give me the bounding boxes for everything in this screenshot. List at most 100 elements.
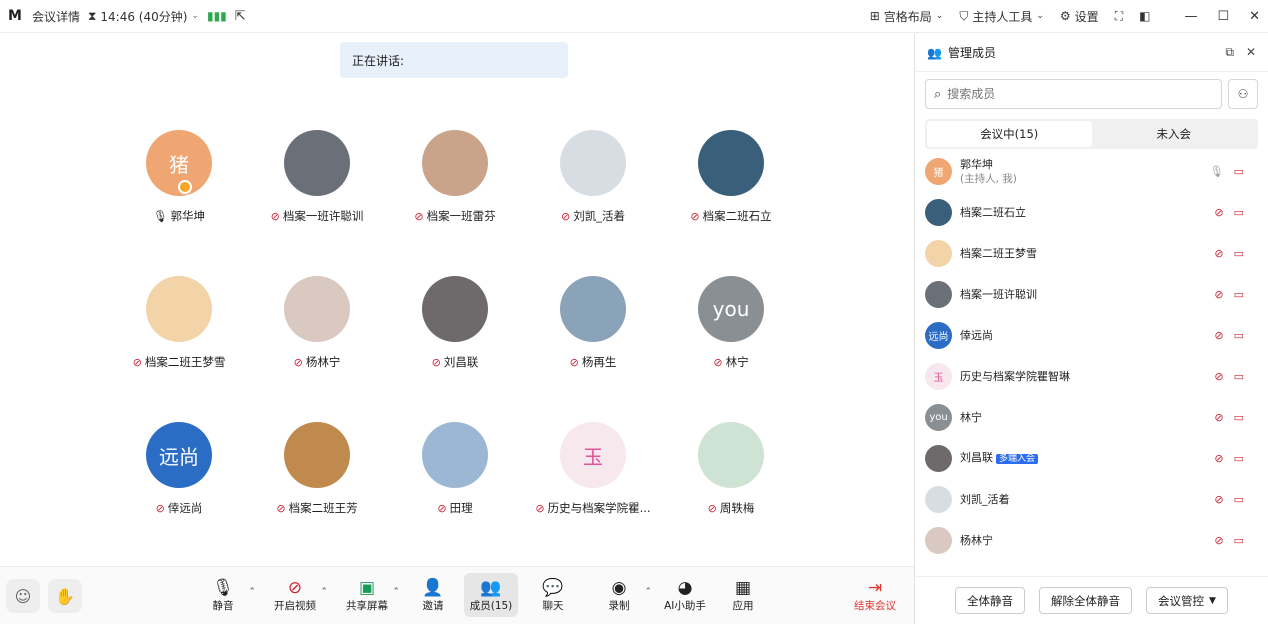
popout-icon[interactable]: ⧉ [1225, 45, 1234, 60]
unmute-all-button[interactable]: 解除全体静音 [1039, 587, 1132, 614]
meeting-control-button[interactable]: 会议管控 ▼ [1146, 587, 1228, 614]
member-row[interactable]: 档案二班王梦雪 ⊘ ▭ [925, 233, 1258, 274]
search-box[interactable]: ⌕ [925, 79, 1223, 109]
video-button[interactable]: ⊘ 开启视频 ⌃ [268, 573, 328, 617]
member-row[interactable]: 刘凯_活着 ⊘ ▭ [925, 479, 1258, 520]
settings-button[interactable]: ⚙ 设置 [1060, 8, 1099, 25]
chat-button[interactable]: 💬 聊天 [526, 573, 580, 617]
member-status-icons: ⊘ ▭ [1214, 534, 1258, 547]
camera-off-icon[interactable]: ▭ [1234, 288, 1244, 301]
microphone-muted-icon[interactable]: ⊘ [1214, 288, 1223, 301]
member-row[interactable]: 档案二班石立 ⊘ ▭ [925, 192, 1258, 233]
avatar-text: 远尚 [928, 332, 949, 343]
participant-tile[interactable]: ⊘ 田理 [386, 422, 524, 516]
end-meeting-button[interactable]: ⇥ 结束会议 [848, 573, 902, 617]
microphone-muted-icon[interactable]: ⊘ [1214, 370, 1223, 383]
participant-name: 郭华坤 [170, 209, 206, 223]
camera-off-icon[interactable]: ▭ [1234, 411, 1244, 424]
participant-tile[interactable]: ⊘ 档案二班王芳 [248, 422, 386, 516]
mute-all-button[interactable]: 全体静音 [955, 587, 1025, 614]
member-row[interactable]: 远尚 倖远尚 ⊘ ▭ [925, 315, 1258, 356]
participant-tile[interactable]: ⊘ 刘凯_活着 [524, 130, 662, 224]
tab-not-joined[interactable]: 未入会 [1092, 121, 1257, 147]
add-member-button[interactable]: ⚇ [1228, 79, 1258, 109]
share-screen-button[interactable]: ▣ 共享屏幕 ⌃ [340, 573, 400, 617]
participant-tile[interactable]: ⊘ 杨再生 [524, 276, 662, 370]
participant-tile[interactable]: ⊘ 档案二班王梦雪 [110, 276, 248, 370]
microphone-muted-icon: ⊘ [414, 209, 424, 223]
members-button[interactable]: 👥 成员(15) [464, 573, 518, 617]
settings-label: 设置 [1074, 9, 1099, 24]
participant-tile[interactable]: ⊘ 档案一班许聪训 [248, 130, 386, 224]
member-name-line: 林宁 [960, 410, 982, 425]
video-grid-area: 正在讲话: 猪 🎙 郭华坤 ⊘ 档案一班许聪训 ⊘ 档案一班雷芬 ⊘ 刘凯_活着 ⊘ 档案二班石立 ⊘… [0, 34, 914, 566]
participant-tile[interactable]: ⊘ 杨林宁 [248, 276, 386, 370]
participant-tile[interactable]: 玉 ⊘ 历史与档案学院瞿... [524, 422, 662, 516]
sidebar-toggle-icon[interactable]: ◧ [1139, 9, 1150, 23]
microphone-muted-icon[interactable]: ⊘ [1214, 452, 1223, 465]
microphone-muted-icon: ⊘ [561, 209, 571, 223]
fullscreen-icon[interactable]: ⛶ [1115, 9, 1123, 24]
chevron-up-icon[interactable]: ⌃ [248, 587, 256, 597]
meeting-details-button[interactable]: 会议详情 [32, 8, 80, 25]
microphone-muted-icon[interactable]: ⊘ [1214, 247, 1223, 260]
member-row[interactable]: 刘昌联 多端入会 ⊘ ▭ [925, 438, 1258, 479]
grid-layout-button[interactable]: ⊞ 宫格布局 ⌄ [870, 8, 944, 25]
camera-off-icon[interactable]: ▭ [1234, 534, 1244, 547]
microphone-muted-icon: ⊘ [132, 355, 142, 369]
avatar [560, 130, 626, 196]
member-row[interactable]: 猪郭华坤 (主持人, 我) 🎙 ▭ [925, 151, 1258, 192]
participant-name-row: ⊘ 杨再生 [570, 354, 617, 370]
camera-off-icon[interactable]: ▭ [1234, 165, 1244, 178]
microphone-muted-icon[interactable]: ⊘ [1214, 493, 1223, 506]
record-label: 录制 [608, 599, 630, 612]
participant-tile[interactable]: ⊘ 周轶梅 [662, 422, 800, 516]
chevron-up-icon[interactable]: ⌃ [644, 587, 652, 597]
microphone-muted-icon[interactable]: ⊘ [1214, 534, 1223, 547]
participant-tile[interactable]: 猪 🎙 郭华坤 [110, 130, 248, 224]
member-row[interactable]: 档案一班许聪训 ⊘ ▭ [925, 274, 1258, 315]
camera-off-icon[interactable]: ▭ [1234, 247, 1244, 260]
camera-off-icon[interactable]: ▭ [1234, 370, 1244, 383]
camera-off-icon[interactable]: ▭ [1234, 452, 1244, 465]
participant-tile[interactable]: you ⊘ 林宁 [662, 276, 800, 370]
raise-hand-button[interactable]: ✋ [48, 579, 82, 613]
close-panel-icon[interactable]: ✕ [1246, 45, 1256, 60]
record-button[interactable]: ◉ 录制 ⌃ [592, 573, 653, 617]
close-icon[interactable]: ✕ [1249, 9, 1260, 24]
camera-off-icon[interactable]: ▭ [1234, 206, 1244, 219]
participant-name-row: ⊘ 杨林宁 [294, 354, 341, 370]
tab-in-meeting[interactable]: 会议中(15) [927, 121, 1092, 147]
mute-button[interactable]: 🎙 静音 ⌃ [196, 573, 256, 617]
microphone-muted-icon[interactable]: ⊘ [1214, 329, 1223, 342]
camera-off-icon[interactable]: ▭ [1234, 493, 1244, 506]
external-link-icon[interactable]: ⇱ [235, 9, 246, 24]
signal-icon[interactable]: ▮▮▮ [207, 9, 227, 23]
microphone-muted-icon[interactable]: ⊘ [1214, 411, 1223, 424]
minimize-icon[interactable]: — [1184, 9, 1197, 24]
avatar: 远尚 [146, 422, 212, 488]
member-row[interactable]: 玉历史与档案学院瞿智琳 ⊘ ▭ [925, 356, 1258, 397]
member-row[interactable]: 杨林宁 ⊘ ▭ [925, 520, 1258, 561]
app-logo: M [8, 8, 22, 24]
invite-button[interactable]: 👤 邀请 [406, 573, 460, 617]
microphone-muted-icon[interactable]: ⊘ [1214, 206, 1223, 219]
chevron-up-icon[interactable]: ⌃ [320, 587, 328, 597]
member-row[interactable]: you 林宁 ⊘ ▭ [925, 397, 1258, 438]
participant-tile[interactable]: ⊘ 档案一班雷芬 [386, 130, 524, 224]
avatar [284, 130, 350, 196]
camera-off-icon[interactable]: ▭ [1234, 329, 1244, 342]
participant-tile[interactable]: ⊘ 档案二班石立 [662, 130, 800, 224]
ai-assistant-button[interactable]: ◕ AI小助手 [658, 573, 712, 617]
participant-tile[interactable]: 远尚 ⊘ 倖远尚 [110, 422, 248, 516]
apps-button[interactable]: ▦ 应用 [716, 573, 770, 617]
maximize-icon[interactable]: ☐ [1217, 9, 1229, 24]
host-tools-button[interactable]: ⛉ 主持人工具 ⌄ [959, 8, 1044, 25]
panel-title: 管理成员 [947, 46, 996, 60]
emoji-button[interactable]: ☺ [6, 579, 40, 613]
meeting-timer[interactable]: ⧗ 14:46 (40分钟) ⌄ [88, 8, 199, 25]
participant-tile[interactable]: ⊘ 刘昌联 [386, 276, 524, 370]
microphone-icon[interactable]: 🎙 [1210, 165, 1224, 178]
search-input[interactable] [947, 87, 1188, 101]
chevron-up-icon[interactable]: ⌃ [392, 587, 400, 597]
